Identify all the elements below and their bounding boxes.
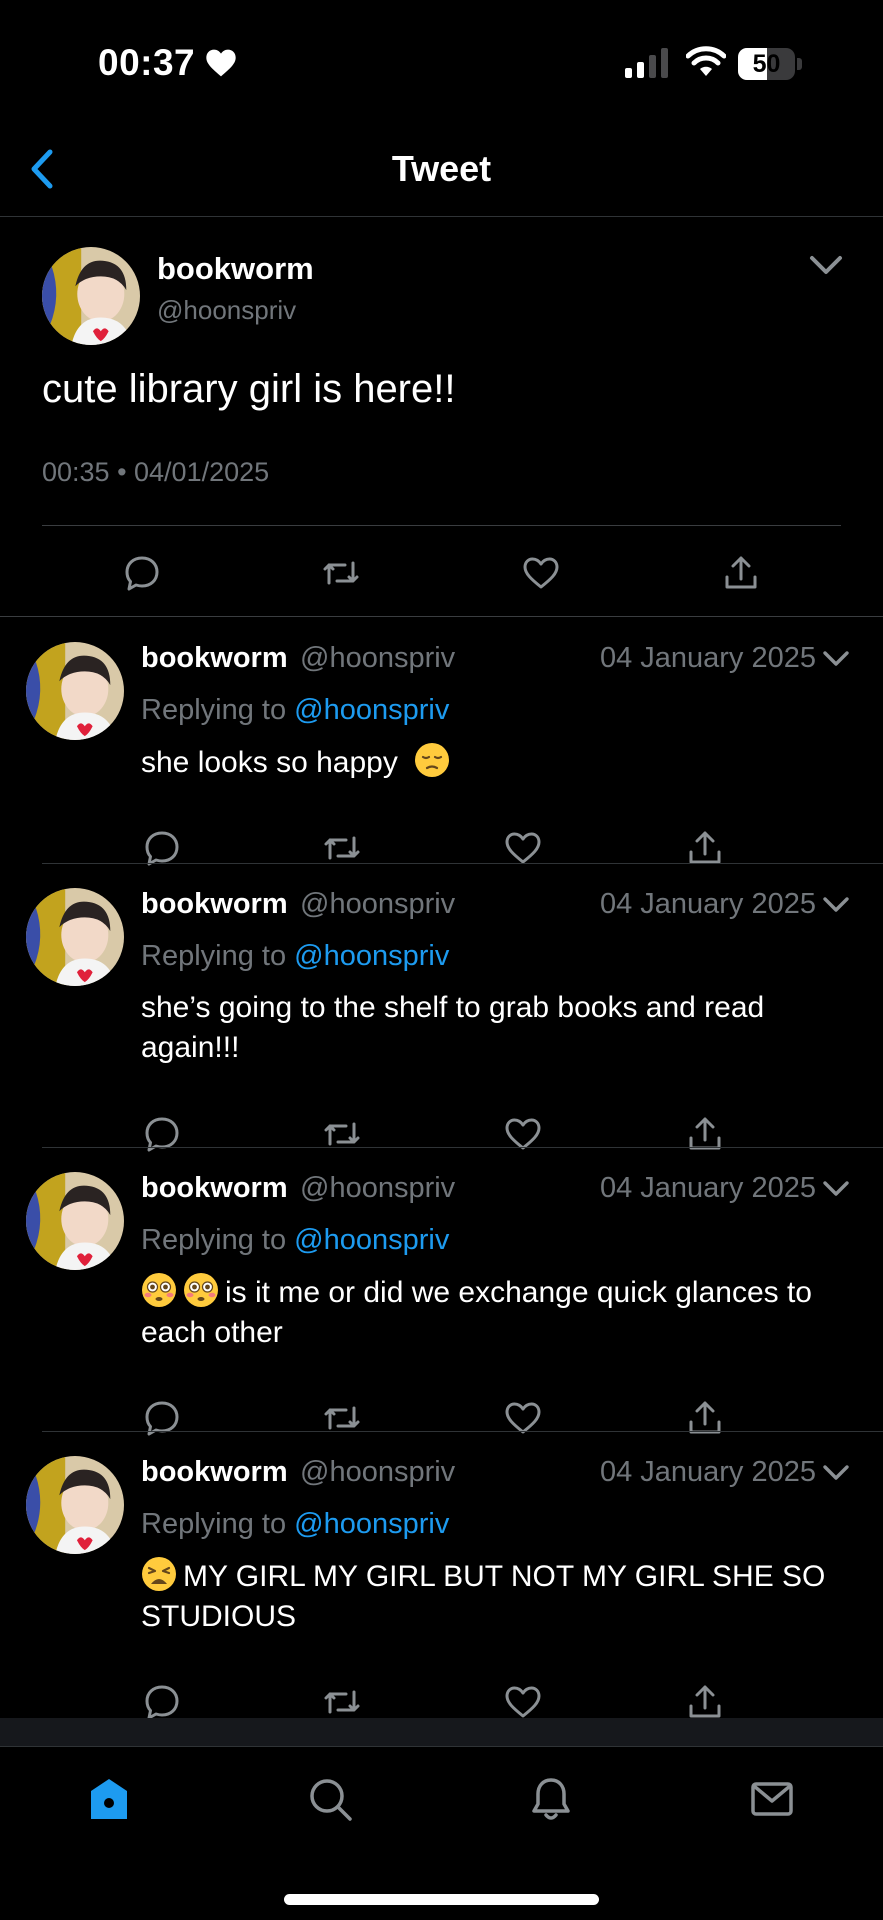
- reply-text-content: she looks so happy: [141, 746, 398, 779]
- author-handle[interactable]: @hoonspriv: [300, 642, 455, 675]
- replying-to: Replying to @hoonspriv: [141, 1508, 449, 1541]
- share-icon[interactable]: [685, 828, 725, 868]
- reply-text-content: is it me or did we exchange quick glance…: [141, 1276, 812, 1349]
- status-bar: 00:37 50: [0, 0, 883, 120]
- share-icon[interactable]: [721, 553, 761, 593]
- heart-icon: [206, 49, 236, 77]
- retweet-icon[interactable]: [321, 553, 361, 593]
- home-indicator: [284, 1894, 599, 1905]
- avatar[interactable]: [26, 1456, 124, 1554]
- reply-tweet[interactable]: bookworm @hoonspriv 04 January 2025 Repl…: [0, 1148, 883, 1436]
- like-icon[interactable]: [503, 1682, 543, 1722]
- flushed-face-emoji: [183, 1272, 219, 1308]
- replying-prefix: Replying to: [141, 940, 287, 972]
- author-handle[interactable]: @hoonspriv: [157, 295, 296, 326]
- like-icon[interactable]: [521, 553, 561, 593]
- status-time: 00:37: [98, 42, 196, 83]
- flushed-face-emoji: [141, 1272, 177, 1308]
- reply-tweet[interactable]: bookworm @hoonspriv 04 January 2025 Repl…: [0, 1432, 883, 1720]
- avatar[interactable]: [42, 247, 140, 345]
- reply-date: 04 January 2025: [599, 1456, 816, 1488]
- pensive-face-emoji: [414, 742, 450, 778]
- tweet-actions: [0, 543, 883, 603]
- replying-prefix: Replying to: [141, 1224, 287, 1256]
- reply-icon[interactable]: [142, 1682, 182, 1722]
- author-handle[interactable]: @hoonspriv: [300, 1456, 455, 1489]
- chevron-down-icon[interactable]: [822, 1462, 850, 1484]
- search-icon[interactable]: [306, 1775, 354, 1823]
- reply-date: 04 January 2025: [599, 1172, 816, 1204]
- author-handle[interactable]: @hoonspriv: [300, 1172, 455, 1205]
- signal-icon: [625, 48, 668, 78]
- page-title: Tweet: [391, 148, 492, 189]
- retweet-icon[interactable]: [322, 1682, 362, 1722]
- mention-link[interactable]: @hoonspriv: [294, 940, 449, 972]
- home-icon[interactable]: [85, 1775, 133, 1823]
- chevron-down-icon[interactable]: [822, 1178, 850, 1200]
- mention-link[interactable]: @hoonspriv: [294, 694, 449, 726]
- tweet-text: cute library girl is here!!: [42, 367, 456, 411]
- weary-face-emoji: [141, 1556, 177, 1592]
- reply-text-content: she’s going to the shelf to grab books a…: [141, 991, 765, 1064]
- reply-text: she’s going to the shelf to grab books a…: [141, 988, 861, 1068]
- reply-date: 04 January 2025: [599, 642, 816, 674]
- divider: [42, 525, 841, 526]
- author-name[interactable]: bookworm: [141, 1456, 288, 1489]
- author-name[interactable]: bookworm: [141, 1172, 288, 1205]
- replying-to: Replying to @hoonspriv: [141, 940, 449, 973]
- reply-text: is it me or did we exchange quick glance…: [141, 1272, 861, 1353]
- reply-tweet[interactable]: bookworm @hoonspriv 04 January 2025 Repl…: [0, 864, 883, 1152]
- avatar[interactable]: [26, 888, 124, 986]
- reply-text: she looks so happy: [141, 742, 861, 783]
- mention-link[interactable]: @hoonspriv: [294, 1508, 449, 1540]
- reply-icon[interactable]: [122, 553, 162, 593]
- tweet-timestamp: 00:35 • 04/01/2025: [42, 457, 270, 487]
- author-handle[interactable]: @hoonspriv: [300, 888, 455, 921]
- wifi-icon: [686, 46, 726, 76]
- reply-text-content: MY GIRL MY GIRL BUT NOT MY GIRL SHE SO S…: [141, 1560, 826, 1633]
- author-name[interactable]: bookworm: [157, 251, 314, 287]
- author-name[interactable]: bookworm: [141, 642, 288, 675]
- reply-tweet[interactable]: bookworm @hoonspriv 04 January 2025 Repl…: [0, 618, 883, 866]
- battery-icon: 50: [738, 48, 802, 80]
- nav-header: Tweet: [0, 120, 883, 217]
- replying-to: Replying to @hoonspriv: [141, 1224, 449, 1257]
- chevron-down-icon[interactable]: [822, 648, 850, 670]
- list-end-separator: [0, 1718, 883, 1746]
- replying-prefix: Replying to: [141, 1508, 287, 1540]
- reply-date: 04 January 2025: [599, 888, 816, 920]
- like-icon[interactable]: [503, 828, 543, 868]
- messages-icon[interactable]: [748, 1775, 796, 1823]
- chevron-down-icon[interactable]: [808, 251, 844, 279]
- notifications-icon[interactable]: [527, 1775, 575, 1823]
- reply-icon[interactable]: [142, 828, 182, 868]
- replying-to: Replying to @hoonspriv: [141, 694, 449, 727]
- mention-link[interactable]: @hoonspriv: [294, 1224, 449, 1256]
- reply-text: MY GIRL MY GIRL BUT NOT MY GIRL SHE SO S…: [141, 1556, 861, 1637]
- author-name[interactable]: bookworm: [141, 888, 288, 921]
- share-icon[interactable]: [685, 1682, 725, 1722]
- avatar[interactable]: [26, 1172, 124, 1270]
- retweet-icon[interactable]: [322, 828, 362, 868]
- avatar[interactable]: [26, 642, 124, 740]
- replying-prefix: Replying to: [141, 694, 287, 726]
- battery-level: 50: [752, 50, 781, 78]
- chevron-down-icon[interactable]: [822, 894, 850, 916]
- main-tweet[interactable]: bookworm @hoonspriv cute library girl is…: [0, 217, 883, 617]
